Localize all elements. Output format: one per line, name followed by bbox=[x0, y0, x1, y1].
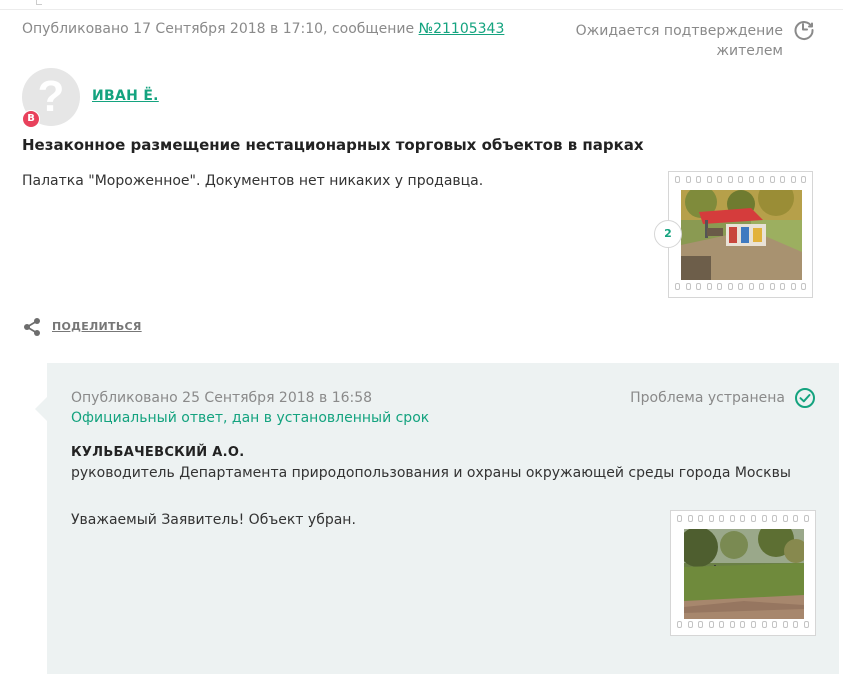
film-holes-top bbox=[675, 176, 806, 186]
corner-mark bbox=[36, 0, 42, 5]
clock-history-icon bbox=[794, 21, 814, 41]
answer-meta: Опубликовано 25 Сентября 2018 в 16:58 bbox=[71, 390, 373, 406]
author-badge: В bbox=[22, 110, 40, 128]
kiosk-photo bbox=[681, 190, 802, 280]
answer-official-note: Официальный ответ, дан в установленный с… bbox=[71, 410, 430, 426]
share-icon[interactable] bbox=[22, 317, 42, 337]
post-status: Ожидается подтверждение жителем bbox=[575, 23, 783, 59]
post-text: Палатка "Мороженное". Документов нет ник… bbox=[22, 173, 484, 189]
answer-text: Уважаемый Заявитель! Объект убран. bbox=[71, 512, 356, 528]
check-circle-icon bbox=[795, 388, 815, 408]
film-holes-top bbox=[677, 515, 809, 525]
official-answer: Опубликовано 25 Сентября 2018 в 16:58 Оф… bbox=[35, 363, 839, 674]
answer-author-role: руководитель Департамента природопользов… bbox=[71, 465, 791, 481]
share-link[interactable]: ПОДЕЛИТЬСЯ bbox=[52, 320, 142, 333]
post-photo-thumbnail[interactable] bbox=[668, 171, 813, 298]
photo-count-badge[interactable]: 2 bbox=[654, 220, 682, 248]
cleared-park-photo bbox=[684, 529, 804, 619]
answer-pointer bbox=[35, 397, 47, 421]
author-name-link[interactable]: ИВАН Ё. bbox=[92, 88, 159, 104]
answer-status: Проблема устранена bbox=[630, 390, 785, 406]
message-number-link[interactable]: №21105343 bbox=[419, 21, 505, 37]
answer-author-name: КУЛЬБАЧЕВСКИЙ А.О. bbox=[71, 445, 245, 460]
answer-photo-thumbnail[interactable] bbox=[670, 510, 816, 636]
film-holes-bottom bbox=[675, 283, 806, 293]
film-holes-bottom bbox=[677, 621, 809, 631]
post-title: Незаконное размещение нестационарных тор… bbox=[22, 136, 644, 154]
post-meta-text: Опубликовано 17 Сентября 2018 в 17:10, с… bbox=[22, 21, 419, 37]
top-divider bbox=[0, 9, 843, 10]
post-meta: Опубликовано 17 Сентября 2018 в 17:10, с… bbox=[22, 21, 504, 37]
